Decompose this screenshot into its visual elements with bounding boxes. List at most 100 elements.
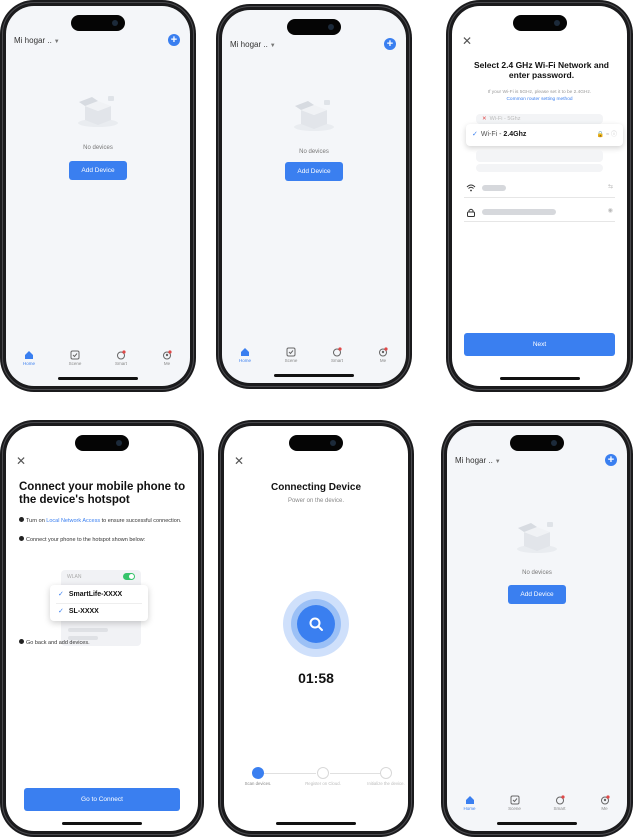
wifi-screen: ✕ Select 2.4 GHz Wi-Fi Network and enter… bbox=[452, 6, 627, 386]
network-24g-item[interactable]: ✓ Wi-Fi - 2.4Ghz 🔒 ≈ ⓘ bbox=[466, 124, 623, 146]
swap-icon[interactable]: ⇆ bbox=[608, 183, 613, 190]
close-icon[interactable]: ✕ bbox=[16, 454, 26, 468]
tab-smart[interactable]: Smart bbox=[540, 795, 580, 819]
tab-me[interactable]: Me bbox=[585, 795, 625, 819]
home-indicator bbox=[497, 822, 577, 825]
network-24g-prefix: Wi-Fi - bbox=[480, 131, 504, 138]
tab-scene[interactable]: Scene bbox=[495, 795, 535, 819]
tab-home[interactable]: Home bbox=[9, 350, 49, 374]
placeholder-line bbox=[68, 628, 108, 632]
close-icon[interactable]: ✕ bbox=[462, 34, 472, 48]
network-blurred-item bbox=[476, 164, 603, 172]
go-to-connect-button[interactable]: Go to Connect bbox=[24, 788, 180, 811]
tab-me[interactable]: Me bbox=[147, 350, 187, 374]
step-register-circle bbox=[317, 767, 329, 779]
tab-label: Home bbox=[238, 358, 251, 363]
tab-label: Home bbox=[22, 361, 35, 366]
phone-hotspot: ✕ Connect your mobile phone to the devic… bbox=[0, 420, 204, 837]
dynamic-island bbox=[289, 435, 343, 451]
search-icon bbox=[309, 617, 323, 631]
tab-label: Me bbox=[163, 361, 171, 366]
scene-icon bbox=[70, 350, 80, 360]
home-selector[interactable]: Mi hogar .. ▼ bbox=[455, 456, 501, 465]
tab-label: Me bbox=[379, 358, 387, 363]
step-connect-hotspot: Connect your phone to the hotspot shown … bbox=[19, 536, 190, 544]
connecting-subtitle: Power on the device. bbox=[287, 498, 345, 504]
step-go-back: Go back and add devices. bbox=[19, 639, 190, 647]
ssid-value-blurred bbox=[482, 185, 506, 191]
me-icon bbox=[600, 795, 610, 805]
smart-icon bbox=[117, 350, 126, 360]
tab-me[interactable]: Me bbox=[363, 347, 403, 371]
hotspot-list: ✓ SmartLife-XXXX ✓ SL-XXXX bbox=[50, 585, 148, 621]
connecting-title: Connecting Device bbox=[270, 482, 362, 493]
tab-label: Smart bbox=[114, 361, 127, 366]
lock-wifi-info-icons: 🔒 ≈ ⓘ bbox=[596, 132, 617, 138]
step-register: Register on Cloud. bbox=[303, 767, 343, 787]
step-label: Scan devices. bbox=[244, 781, 272, 786]
step-bullet bbox=[19, 517, 24, 522]
wifi-icon bbox=[466, 184, 476, 192]
error-x-icon: ✕ bbox=[482, 116, 487, 122]
network-blurred-item bbox=[476, 150, 603, 162]
hotspot-item[interactable]: ✓ SL-XXXX bbox=[58, 607, 99, 615]
add-device-button[interactable]: Add Device bbox=[508, 585, 566, 604]
scene-icon bbox=[286, 347, 296, 357]
network-5g-item[interactable]: ✕ Wi-Fi - 5Ghz bbox=[476, 114, 603, 124]
countdown-timer: 01:58 bbox=[298, 670, 334, 686]
home-name: Mi hogar .. bbox=[14, 36, 52, 45]
home-icon bbox=[241, 348, 249, 356]
tab-home[interactable]: Home bbox=[450, 795, 490, 819]
home-name: Mi hogar .. bbox=[455, 456, 493, 465]
home-indicator bbox=[62, 822, 142, 825]
tab-scene[interactable]: Scene bbox=[271, 347, 311, 371]
home-screen: Mi hogar .. ▼ + No devices Add Device Hom… bbox=[222, 10, 406, 383]
tab-smart[interactable]: Smart bbox=[101, 350, 141, 374]
tab-label: Scene bbox=[68, 361, 82, 366]
add-icon[interactable]: + bbox=[168, 34, 180, 46]
close-icon[interactable]: ✕ bbox=[234, 454, 244, 468]
tab-label: Me bbox=[601, 806, 608, 811]
home-selector[interactable]: Mi hogar .. ▼ bbox=[230, 40, 276, 49]
tab-bar: Home Scene Smart Me bbox=[6, 350, 190, 374]
check-icon: ✓ bbox=[472, 131, 478, 138]
hotspot-item[interactable]: ✓ SmartLife-XXXX bbox=[58, 590, 122, 598]
add-device-button[interactable]: Add Device bbox=[69, 161, 127, 180]
password-field[interactable]: ◉ bbox=[464, 202, 615, 222]
check-icon: ✓ bbox=[58, 591, 64, 598]
home-name: Mi hogar .. bbox=[230, 40, 268, 49]
hotspot-name: SmartLife-XXXX bbox=[68, 591, 123, 598]
home-indicator bbox=[276, 822, 356, 825]
scanning-core bbox=[297, 605, 335, 643]
dynamic-island bbox=[75, 435, 129, 451]
smart-icon bbox=[333, 347, 342, 357]
tab-home[interactable]: Home bbox=[225, 347, 265, 371]
tab-label: Scene bbox=[284, 358, 298, 363]
add-icon[interactable]: + bbox=[384, 38, 396, 50]
tab-label: Scene bbox=[508, 806, 521, 811]
add-device-button[interactable]: Add Device bbox=[285, 162, 343, 181]
eye-icon[interactable]: ◉ bbox=[608, 207, 613, 214]
tab-bar: Home Scene Smart Me bbox=[222, 347, 406, 371]
empty-state-text: No devices bbox=[299, 149, 329, 155]
scene-icon bbox=[510, 795, 519, 805]
scanning-animation bbox=[283, 591, 349, 657]
tab-smart[interactable]: Smart bbox=[317, 347, 357, 371]
network-24g-band: 2.4Ghz bbox=[503, 131, 527, 138]
tab-label: Smart bbox=[553, 806, 566, 811]
router-setting-link[interactable]: Common router setting method bbox=[506, 97, 572, 102]
home-selector[interactable]: Mi hogar .. ▼ bbox=[14, 36, 60, 45]
step-label: Register on Cloud. bbox=[305, 781, 341, 786]
phone-home-2: Mi hogar .. ▼ + No devices Add Device Hom… bbox=[216, 4, 412, 389]
home-screen: Mi hogar .. ▼ + No devices Add Device Hom… bbox=[6, 6, 190, 386]
next-button[interactable]: Next bbox=[464, 333, 615, 356]
step-scan: Scan devices. bbox=[238, 767, 278, 787]
add-icon[interactable]: + bbox=[605, 454, 617, 466]
divider bbox=[56, 603, 142, 604]
ssid-field[interactable]: ⇆ bbox=[464, 178, 615, 198]
scanning-ring bbox=[291, 599, 341, 649]
local-network-link[interactable]: Local Network Access bbox=[46, 518, 100, 524]
step1-prefix: Turn on bbox=[26, 518, 47, 524]
home-screen: Mi hogar .. ▼ + No devices Add Device Hom… bbox=[447, 426, 627, 831]
tab-scene[interactable]: Scene bbox=[55, 350, 95, 374]
